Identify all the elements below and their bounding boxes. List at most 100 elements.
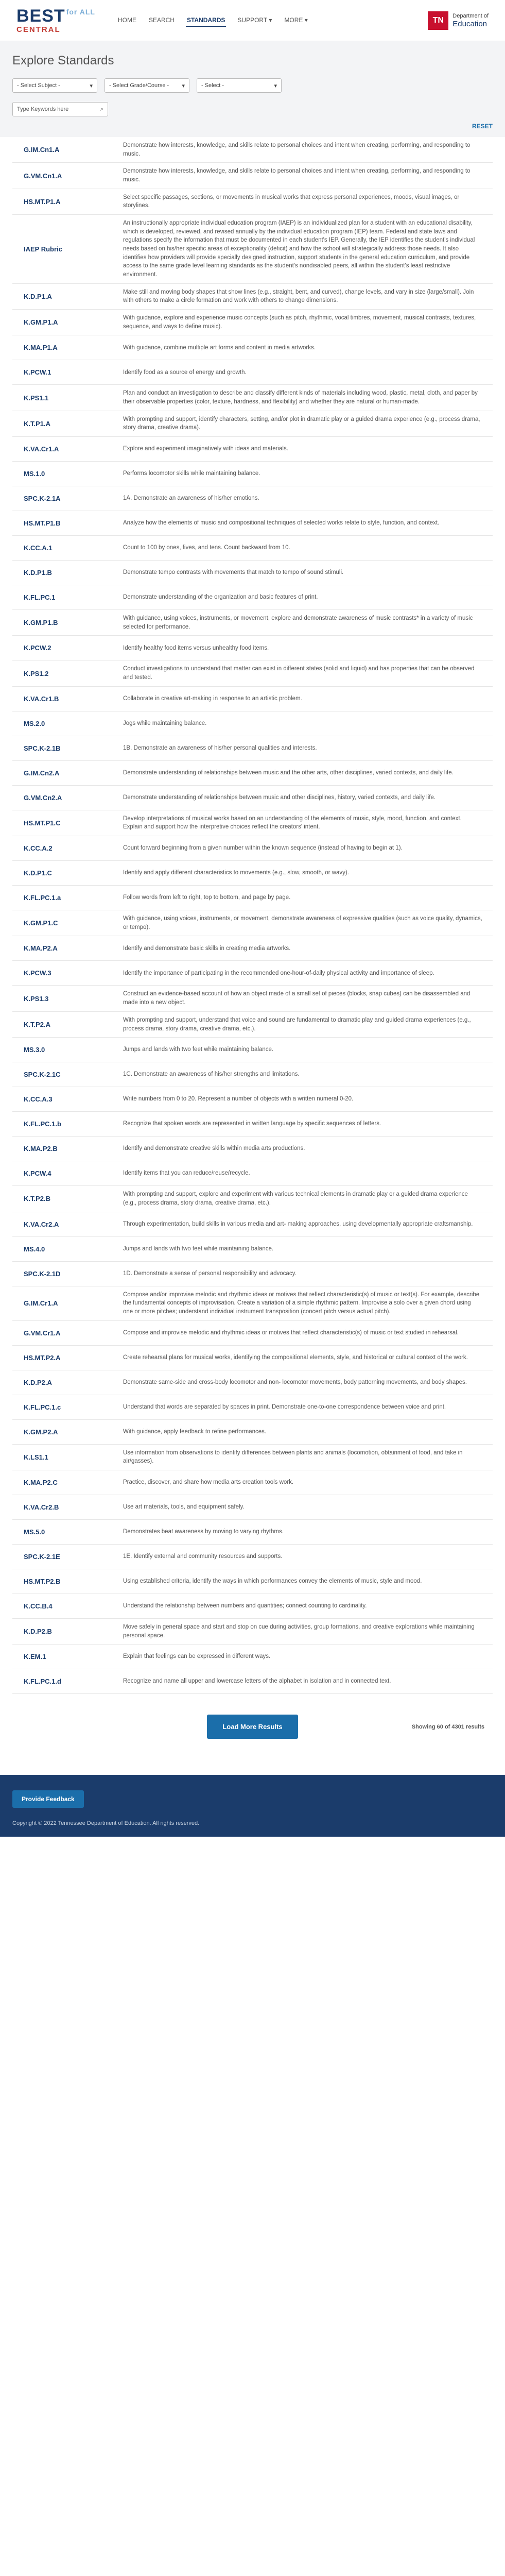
nav-support[interactable]: SUPPORT ▾ [236, 14, 273, 27]
standard-row[interactable]: MS.4.0 Jumps and lands with two feet whil… [12, 1237, 493, 1262]
standard-row[interactable]: G.VM.Cn1.A Demonstrate how interests, kno… [12, 163, 493, 189]
standard-row[interactable]: G.IM.Cn1.A Demonstrate how interests, kno… [12, 137, 493, 163]
standard-row[interactable]: K.T.P2.B With prompting and support, expl… [12, 1186, 493, 1212]
standard-row[interactable]: K.VA.Cr2.B Use art materials, tools, and … [12, 1495, 493, 1520]
standard-row[interactable]: HS.MT.P1.A Select specific passages, sect… [12, 189, 493, 215]
standard-row[interactable]: K.CC.A.2 Count forward beginning from a g… [12, 836, 493, 861]
standard-code[interactable]: G.VM.Cn2.A [12, 794, 123, 802]
standard-row[interactable]: HS.MT.P2.A Create rehearsal plans for mus… [12, 1346, 493, 1370]
nav-home[interactable]: HOME [117, 14, 137, 27]
tn-education-logo[interactable]: TN Department of Education [428, 11, 489, 30]
standard-row[interactable]: K.PS1.2 Conduct investigations to underst… [12, 660, 493, 687]
standard-code[interactable]: MS.3.0 [12, 1046, 123, 1054]
standard-code[interactable]: K.D.P1.C [12, 869, 123, 877]
provide-feedback-button[interactable]: Provide Feedback [12, 1790, 84, 1808]
standard-code[interactable]: HS.MT.P2.A [12, 1354, 123, 1362]
standard-code[interactable]: G.IM.Cn2.A [12, 769, 123, 777]
standard-code[interactable]: K.FL.PC.1.a [12, 894, 123, 902]
standard-code[interactable]: MS.5.0 [12, 1528, 123, 1536]
standard-code[interactable]: K.D.P1.A [12, 293, 123, 300]
standard-row[interactable]: K.CC.A.3 Write numbers from 0 to 20. Repr… [12, 1087, 493, 1112]
standard-code[interactable]: K.D.P2.A [12, 1379, 123, 1386]
standard-code[interactable]: K.T.P2.B [12, 1195, 123, 1202]
search-input[interactable]: Type Keywords here ⌕ [12, 102, 108, 116]
standard-row[interactable]: K.GM.P1.B With guidance, using voices, in… [12, 610, 493, 636]
standard-code[interactable]: K.VA.Cr1.B [12, 695, 123, 703]
standard-row[interactable]: MS.1.0 Performs locomotor skills while ma… [12, 462, 493, 487]
standard-code[interactable]: SPC.K-2.1A [12, 495, 123, 502]
standard-row[interactable]: K.CC.B.4 Understand the relationship betw… [12, 1594, 493, 1619]
best-for-all-logo[interactable]: BEST for ALL CENTRAL [16, 7, 96, 33]
standard-code[interactable]: SPC.K-2.1C [12, 1071, 123, 1078]
standard-code[interactable]: MS.4.0 [12, 1245, 123, 1253]
nav-search[interactable]: SEARCH [148, 14, 176, 27]
standard-row[interactable]: HS.MT.P1.B Analyze how the elements of mu… [12, 511, 493, 536]
standard-code[interactable]: K.VA.Cr2.B [12, 1503, 123, 1511]
standard-row[interactable]: K.EM.1 Explain that feelings can be expre… [12, 1645, 493, 1670]
load-more-button[interactable]: Load More Results [207, 1715, 298, 1739]
standard-code[interactable]: K.T.P2.A [12, 1021, 123, 1028]
standard-code[interactable]: SPC.K-2.1B [12, 744, 123, 752]
standard-code[interactable]: K.CC.A.2 [12, 844, 123, 852]
standard-row[interactable]: K.MA.P2.A Identify and demonstrate basic … [12, 936, 493, 961]
standard-row[interactable]: G.IM.Cn2.A Demonstrate understanding of r… [12, 761, 493, 786]
standard-row[interactable]: K.MA.P2.C Practice, discover, and share h… [12, 1470, 493, 1495]
standard-row[interactable]: IAEP Rubric An instructionally appropriat… [12, 215, 493, 284]
standard-row[interactable]: K.PCW.3 Identify the importance of partic… [12, 961, 493, 986]
standard-row[interactable]: K.LS1.1 Use information from observations… [12, 1445, 493, 1470]
standard-row[interactable]: K.CC.A.1 Count to 100 by ones, fives, and… [12, 536, 493, 561]
standard-row[interactable]: K.D.P2.B Move safely in general space and… [12, 1619, 493, 1645]
standard-code[interactable]: SPC.K-2.1E [12, 1553, 123, 1561]
standard-row[interactable]: K.PS1.3 Construct an evidence-based accou… [12, 986, 493, 1012]
standard-row[interactable]: K.PS1.1 Plan and conduct an investigation… [12, 385, 493, 411]
standard-code[interactable]: K.GM.P1.B [12, 619, 123, 626]
standard-code[interactable]: K.MA.P1.A [12, 344, 123, 351]
standard-row[interactable]: K.D.P1.C Identify and apply different cha… [12, 861, 493, 886]
standard-code[interactable]: HS.MT.P1.C [12, 819, 123, 827]
reset-button[interactable]: RESET [12, 123, 493, 130]
standard-code[interactable]: K.GM.P1.A [12, 318, 123, 326]
standard-code[interactable]: K.T.P1.A [12, 420, 123, 428]
standard-row[interactable]: K.FL.PC.1.d Recognize and name all upper … [12, 1669, 493, 1694]
standard-code[interactable]: K.D.P2.B [12, 1628, 123, 1635]
standard-row[interactable]: K.VA.Cr2.A Through experimentation, build… [12, 1212, 493, 1237]
standard-code[interactable]: K.CC.B.4 [12, 1602, 123, 1610]
standard-row[interactable]: K.D.P1.A Make still and moving body shape… [12, 284, 493, 310]
standard-code[interactable]: K.EM.1 [12, 1653, 123, 1660]
nav-more[interactable]: MORE ▾ [283, 14, 308, 27]
standard-row[interactable]: K.VA.Cr1.B Collaborate in creative art-ma… [12, 687, 493, 711]
standard-code[interactable]: K.CC.A.3 [12, 1095, 123, 1103]
standard-code[interactable]: HS.MT.P1.B [12, 519, 123, 527]
grade-select[interactable]: - Select Grade/Course - ▾ [105, 78, 189, 93]
standard-row[interactable]: SPC.K-2.1C 1C. Demonstrate an awareness o… [12, 1062, 493, 1088]
standard-row[interactable]: HS.MT.P1.C Develop interpretations of mus… [12, 810, 493, 837]
standard-row[interactable]: K.GM.P1.C With guidance, using voices, in… [12, 910, 493, 937]
standard-code[interactable]: K.PCW.2 [12, 644, 123, 652]
standard-code[interactable]: K.FL.PC.1.c [12, 1403, 123, 1411]
standard-row[interactable]: MS.5.0 Demonstrates beat awareness by mov… [12, 1520, 493, 1545]
standard-code[interactable]: K.D.P1.B [12, 569, 123, 577]
standard-code[interactable]: K.LS1.1 [12, 1453, 123, 1461]
standard-code[interactable]: K.PCW.1 [12, 368, 123, 376]
standard-row[interactable]: K.FL.PC.1 Demonstrate understanding of th… [12, 585, 493, 611]
standard-row[interactable]: K.T.P1.A With prompting and support, iden… [12, 411, 493, 437]
standard-code[interactable]: HS.MT.P2.B [12, 1578, 123, 1585]
standard-row[interactable]: K.VA.Cr1.A Explore and experiment imagina… [12, 437, 493, 462]
standard-code[interactable]: K.CC.A.1 [12, 544, 123, 552]
standard-code[interactable]: IAEP Rubric [12, 245, 123, 253]
standard-code[interactable]: G.IM.Cr1.A [12, 1299, 123, 1307]
standard-code[interactable]: G.IM.Cn1.A [12, 146, 123, 154]
standard-row[interactable]: K.T.P2.A With prompting and support, unde… [12, 1012, 493, 1038]
standard-code[interactable]: K.PS1.1 [12, 394, 123, 402]
standard-code[interactable]: K.VA.Cr1.A [12, 445, 123, 453]
standard-code[interactable]: K.FL.PC.1.d [12, 1677, 123, 1685]
standard-code[interactable]: MS.1.0 [12, 470, 123, 478]
standard-code[interactable]: HS.MT.P1.A [12, 198, 123, 206]
standard-row[interactable]: K.FL.PC.1.b Recognize that spoken words a… [12, 1112, 493, 1137]
standard-code[interactable]: K.FL.PC.1 [12, 594, 123, 601]
standard-row[interactable]: K.FL.PC.1.c Understand that words are sep… [12, 1395, 493, 1420]
standard-row[interactable]: G.VM.Cr1.A Compose and improvise melodic … [12, 1321, 493, 1346]
third-select[interactable]: - Select - ▾ [197, 78, 282, 93]
standard-row[interactable]: MS.3.0 Jumps and lands with two feet whil… [12, 1038, 493, 1063]
standard-row[interactable]: SPC.K-2.1B 1B. Demonstrate an awareness o… [12, 736, 493, 761]
